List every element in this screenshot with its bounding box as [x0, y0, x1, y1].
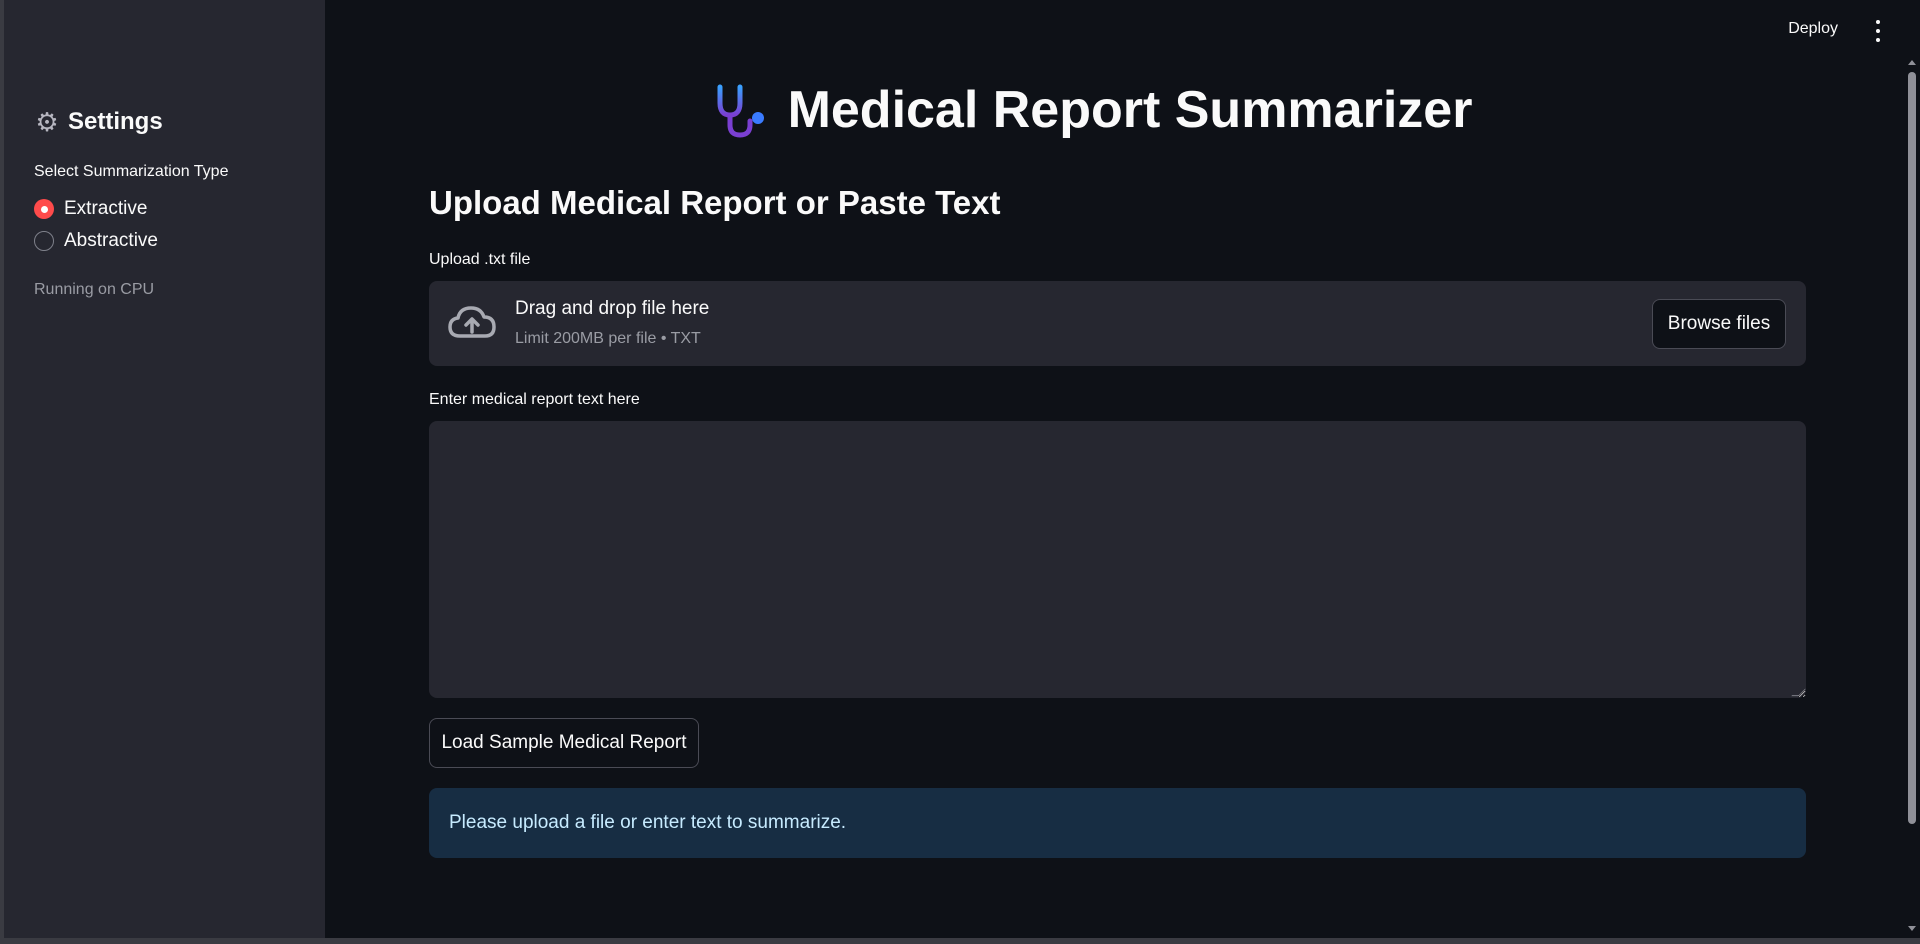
dropzone-title: Drag and drop file here: [515, 298, 710, 319]
device-status: Running on CPU: [34, 281, 155, 298]
text-input-label: Enter medical report text here: [429, 391, 640, 408]
radio-abstractive-label: Abstractive: [64, 230, 158, 251]
info-alert: Please upload a file or enter text to su…: [429, 788, 1806, 858]
load-sample-button[interactable]: Load Sample Medical Report: [429, 718, 699, 768]
kebab-menu-icon[interactable]: [1872, 20, 1884, 42]
scroll-down-arrow-icon[interactable]: [1908, 926, 1916, 931]
stethoscope-icon: [717, 84, 764, 138]
summarization-type-label: Select Summarization Type: [34, 163, 229, 180]
section-title: Upload Medical Report or Paste Text: [429, 184, 1001, 221]
dropzone-subtitle: Limit 200MB per file • TXT: [515, 330, 701, 347]
app-window: ⚙ Settings Select Summarization Type Ext…: [0, 0, 1920, 944]
upload-label: Upload .txt file: [429, 251, 531, 268]
scroll-up-arrow-icon[interactable]: [1908, 60, 1916, 65]
sidebar: ⚙ Settings Select Summarization Type Ext…: [4, 0, 325, 938]
page-title: Medical Report Summarizer: [4, 80, 1920, 140]
radio-abstractive[interactable]: Abstractive: [34, 230, 158, 252]
cloud-upload-icon: [448, 306, 496, 338]
radio-unselected-indicator[interactable]: [34, 231, 54, 251]
file-dropzone[interactable]: Drag and drop file here Limit 200MB per …: [429, 281, 1806, 366]
report-text-area[interactable]: [429, 421, 1806, 698]
scrollbar-thumb[interactable]: [1908, 72, 1916, 824]
radio-extractive[interactable]: Extractive: [34, 198, 147, 220]
radio-extractive-label: Extractive: [64, 198, 148, 219]
deploy-button[interactable]: Deploy: [1788, 20, 1838, 38]
radio-selected-indicator[interactable]: [34, 199, 54, 219]
browse-files-button[interactable]: Browse files: [1652, 299, 1786, 349]
page-title-text: Medical Report Summarizer: [787, 81, 1473, 139]
